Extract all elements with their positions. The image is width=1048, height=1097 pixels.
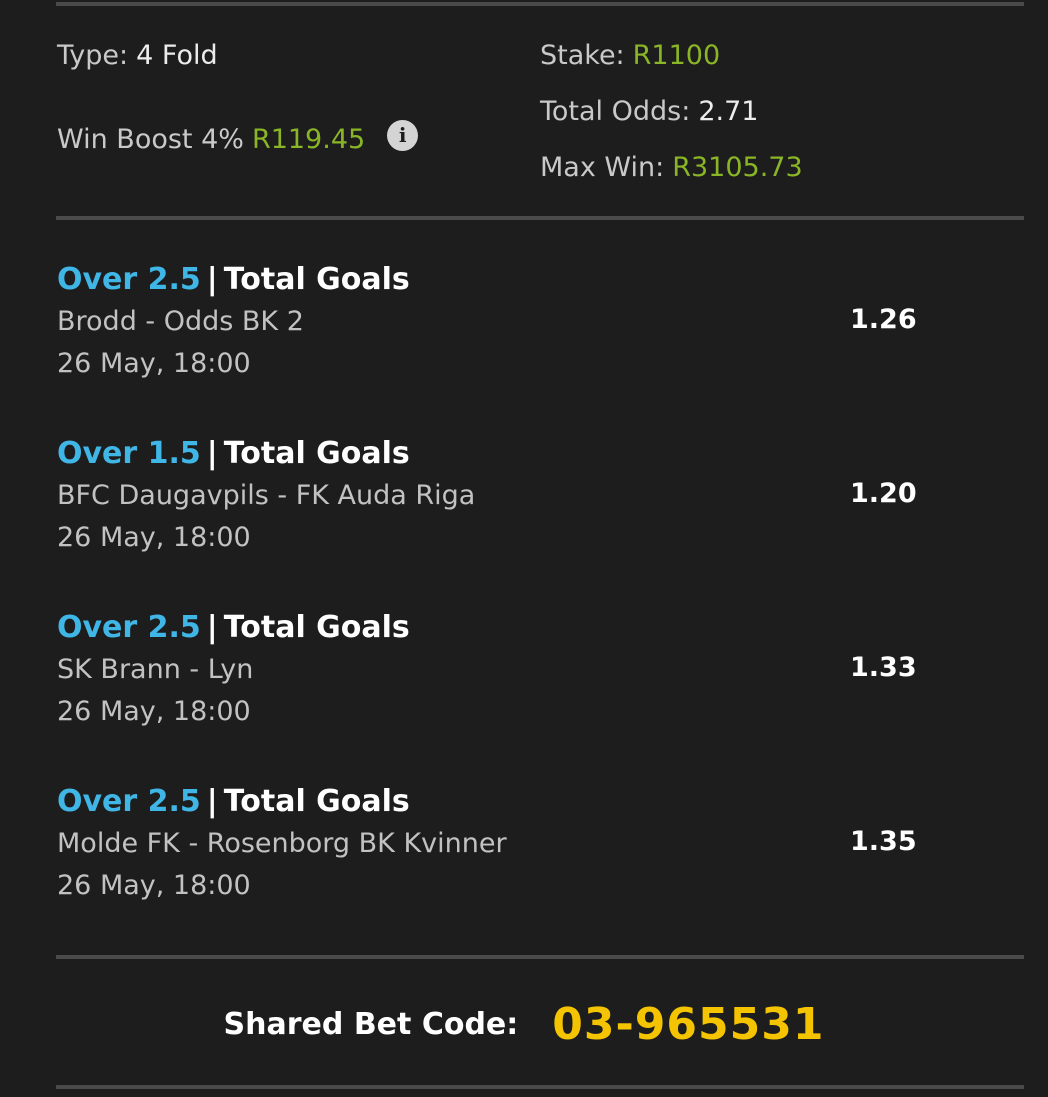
selection-market: Total Goals	[223, 262, 410, 297]
selection-date: 26 May, 18:00	[57, 522, 251, 553]
selection-market: Total Goals	[223, 610, 410, 645]
stake-label: Stake:	[540, 40, 625, 71]
selection-market: Total Goals	[223, 436, 410, 471]
selection-item: Over 2.5 | Total Goals Brodd - Odds BK 2 2…	[57, 259, 957, 385]
selection-pick: Over 2.5	[57, 610, 201, 645]
shared-bet-code: Shared Bet Code: 03-965531	[0, 996, 1048, 1052]
bet-summary-right: Stake: R1100 Total Odds: 2.71 Max Win: R…	[540, 36, 803, 188]
selection-date: 26 May, 18:00	[57, 348, 251, 379]
selections-divider	[56, 955, 1024, 959]
top-divider	[56, 2, 1024, 6]
selection-odds: 1.26	[850, 304, 917, 335]
shared-bet-code-value[interactable]: 03-965531	[552, 999, 824, 1050]
stake-row: Stake: R1100	[540, 36, 803, 76]
bet-summary-left: Type: 4 Fold Win Boost 4% R119.45 i	[57, 36, 419, 160]
total-odds-label: Total Odds:	[540, 96, 691, 127]
selection-header: Over 2.5 | Total Goals	[57, 607, 957, 649]
bet-type-label: Type:	[57, 40, 129, 71]
selection-odds: 1.20	[850, 478, 917, 509]
stake-value: R1100	[632, 40, 721, 71]
selection-item: Over 2.5 | Total Goals SK Brann - Lyn 26 M…	[57, 607, 957, 733]
win-boost-value: R119.45	[251, 124, 366, 155]
total-odds-value: 2.71	[698, 96, 759, 127]
selection-separator: |	[206, 610, 218, 645]
selection-item: Over 1.5 | Total Goals BFC Daugavpils - FK…	[57, 433, 957, 559]
selection-odds: 1.35	[850, 826, 917, 857]
shared-bet-code-label: Shared Bet Code:	[223, 1006, 519, 1042]
selection-separator: |	[206, 784, 218, 819]
selection-item: Over 2.5 | Total Goals Molde FK - Rosenbor…	[57, 781, 957, 907]
max-win-value: R3105.73	[672, 152, 803, 183]
bottom-divider	[56, 1085, 1024, 1089]
info-icon[interactable]: i	[387, 119, 419, 151]
win-boost-label: Win Boost 4%	[57, 124, 244, 155]
selection-pick: Over 1.5	[57, 436, 201, 471]
selection-header: Over 2.5 | Total Goals	[57, 781, 957, 823]
selection-pick: Over 2.5	[57, 784, 201, 819]
summary-divider	[56, 216, 1024, 220]
selection-pick: Over 2.5	[57, 262, 201, 297]
selection-market: Total Goals	[223, 784, 410, 819]
total-odds-row: Total Odds: 2.71	[540, 92, 803, 132]
selection-match: SK Brann - Lyn	[57, 654, 254, 685]
selection-match: Brodd - Odds BK 2	[57, 306, 304, 337]
selection-odds: 1.33	[850, 652, 917, 683]
selection-match: BFC Daugavpils - FK Auda Riga	[57, 480, 476, 511]
selection-date: 26 May, 18:00	[57, 870, 251, 901]
bet-type-value: 4 Fold	[136, 40, 218, 71]
selection-header: Over 2.5 | Total Goals	[57, 259, 957, 301]
selection-date: 26 May, 18:00	[57, 696, 251, 727]
selection-header: Over 1.5 | Total Goals	[57, 433, 957, 475]
win-boost-row: Win Boost 4% R119.45 i	[57, 119, 419, 160]
selection-separator: |	[206, 436, 218, 471]
selection-match: Molde FK - Rosenborg BK Kvinner	[57, 828, 507, 859]
max-win-label: Max Win:	[540, 152, 665, 183]
max-win-row: Max Win: R3105.73	[540, 148, 803, 188]
bet-type-row: Type: 4 Fold	[57, 36, 418, 76]
selection-separator: |	[206, 262, 218, 297]
